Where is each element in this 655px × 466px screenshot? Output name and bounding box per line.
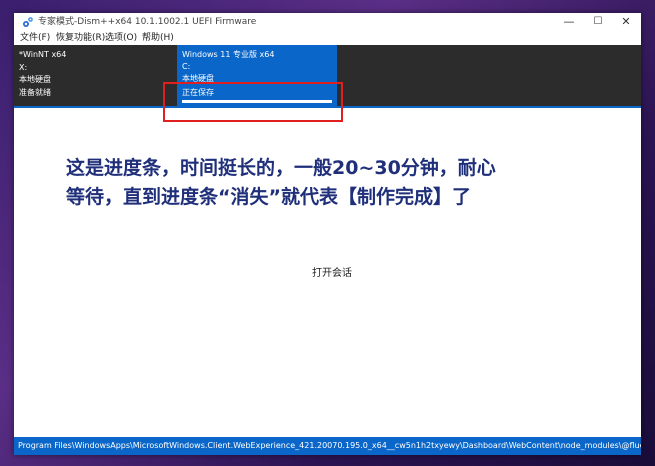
source-session-tile[interactable]: *WinNT x64 X: 本地硬盘 准备就绪 (19, 49, 66, 99)
progress-highlight-box (163, 82, 343, 122)
source-disk-type: 本地硬盘 (19, 75, 51, 84)
annotation-line-2: 等待，直到进度条“消失”就代表【制作完成】了 (66, 186, 471, 208)
menu-bar: 文件(F) 恢复功能(R) 选项(O) 帮助(H) (14, 31, 641, 45)
menu-options[interactable]: 选项(O) (105, 32, 137, 44)
tutorial-annotation: 这是进度条，时间挺长的，一般20~30分钟，耐心 等待，直到进度条“消失”就代表… (66, 154, 606, 212)
menu-help[interactable]: 帮助(H) (142, 32, 174, 44)
maximize-button[interactable]: ☐ (584, 13, 612, 31)
target-drive: C: (182, 62, 191, 71)
source-name: *WinNT x64 (19, 50, 67, 59)
annotation-line-1: 这是进度条，时间挺长的，一般20~30分钟，耐心 (66, 157, 496, 179)
minimize-button[interactable]: — (555, 13, 583, 31)
app-window: 专家模式-Dism++x64 10.1.1002.1 UEFI Firmware… (14, 13, 641, 455)
source-drive: X: (19, 62, 28, 72)
menu-restore[interactable]: 恢复功能(R) (56, 32, 105, 44)
close-button[interactable]: ✕ (612, 13, 640, 31)
target-name: Windows 11 专业版 x64 (182, 50, 275, 59)
source-status: 准备就绪 (19, 87, 51, 97)
window-title: 专家模式-Dism++x64 10.1.1002.1 UEFI Firmware (38, 17, 257, 27)
menu-file[interactable]: 文件(F) (20, 32, 50, 44)
title-bar[interactable]: 专家模式-Dism++x64 10.1.1002.1 UEFI Firmware… (14, 13, 641, 31)
open-session-link[interactable]: 打开会话 (292, 264, 372, 279)
status-bar: Program Files\WindowsApps\MicrosoftWindo… (14, 437, 641, 455)
dism-gear-icon (23, 17, 33, 27)
